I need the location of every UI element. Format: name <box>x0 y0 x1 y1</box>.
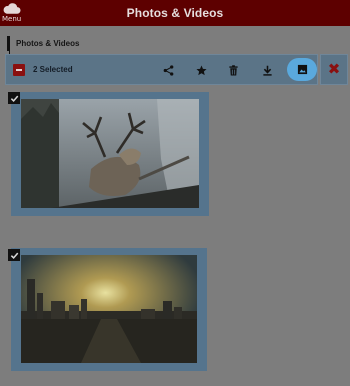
image-icon <box>297 64 307 75</box>
breadcrumb-label[interactable]: Photos & Videos <box>16 39 79 48</box>
close-selection-button[interactable]: ✖ <box>320 54 348 85</box>
photo-tile[interactable] <box>11 92 209 216</box>
photo-tile[interactable] <box>11 248 207 371</box>
share-icon <box>163 64 173 76</box>
delete-button[interactable] <box>224 61 242 79</box>
photo-select-checkbox[interactable] <box>8 92 20 104</box>
breadcrumb: Photos & Videos <box>7 35 79 51</box>
page-title: Photos & Videos <box>126 6 224 20</box>
set-cover-image-button[interactable] <box>287 58 317 81</box>
download-button[interactable] <box>258 61 276 79</box>
photo-stag <box>21 99 199 208</box>
photo-select-checkbox[interactable] <box>8 249 20 261</box>
share-button[interactable] <box>159 61 177 79</box>
deselect-all-button[interactable] <box>13 64 25 76</box>
breadcrumb-marker <box>7 35 10 51</box>
app-header: Menu Photos & Videos <box>0 0 350 26</box>
selected-count: 2 Selected <box>33 65 73 74</box>
checkmark-icon <box>10 252 18 259</box>
close-icon: ✖ <box>327 61 341 78</box>
trash-icon <box>228 64 238 76</box>
star-icon <box>195 65 207 75</box>
favorite-button[interactable] <box>192 61 210 79</box>
download-icon <box>262 65 272 76</box>
checkmark-icon <box>10 95 18 102</box>
selection-toolbar: 2 Selected <box>5 54 318 85</box>
photo-city-sunset <box>21 255 197 363</box>
